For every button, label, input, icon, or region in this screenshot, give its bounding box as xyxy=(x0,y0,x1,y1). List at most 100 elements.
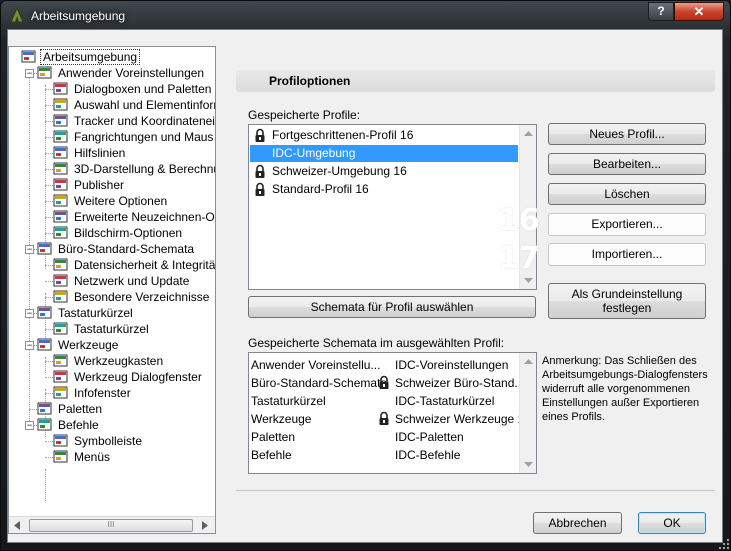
tree-scroll-thumb[interactable]: III xyxy=(29,519,193,532)
scroll-up-arrow-icon[interactable] xyxy=(524,130,533,136)
tree-collapse-toggle[interactable]: − xyxy=(25,341,34,350)
tree-item[interactable]: Tastaturkürzel xyxy=(37,305,135,321)
saved-profiles-label: Gespeicherte Profile: xyxy=(248,108,361,122)
help-button[interactable]: ? xyxy=(648,2,674,21)
scheme-lock xyxy=(377,411,391,426)
lock-icon xyxy=(255,182,265,196)
tree-item[interactable]: Bildschirm-Optionen xyxy=(53,225,184,241)
scroll-up-arrow-icon[interactable] xyxy=(524,358,533,364)
new-profile-button[interactable]: Neues Profil... xyxy=(548,123,706,145)
set-default-button[interactable]: Als Grundeinstellung festlegen xyxy=(548,283,706,319)
schemes-vertical-scrollbar[interactable] xyxy=(519,353,536,473)
scroll-down-arrow-icon[interactable] xyxy=(524,462,533,468)
scheme-name[interactable]: IDC-Tastaturkürzel xyxy=(395,392,494,410)
tree-item[interactable]: Erweiterte Neuzeichnen-Opt xyxy=(53,209,216,225)
tree-item[interactable]: Werkzeugkasten xyxy=(53,353,165,369)
cancel-button[interactable]: Abbrechen xyxy=(533,512,622,534)
tree-collapse-toggle[interactable]: − xyxy=(25,69,34,78)
tree-collapse-toggle[interactable]: − xyxy=(25,421,34,430)
tree-collapse-toggle[interactable]: − xyxy=(25,245,34,254)
scheme-name[interactable]: Schweizer Büro-Stand... xyxy=(395,374,524,392)
scheme-category[interactable]: Werkzeuge xyxy=(251,410,311,428)
scroll-left-arrow-icon[interactable] xyxy=(13,521,21,530)
tree-item[interactable]: 3D-Darstellung & Berechnun xyxy=(53,161,216,177)
guidelines-icon xyxy=(53,146,68,159)
info-box-icon xyxy=(53,386,68,399)
scroll-right-arrow-icon[interactable] xyxy=(201,521,209,530)
scheme-category[interactable]: Paletten xyxy=(251,428,295,446)
profile-item[interactable]: IDC-Umgebung xyxy=(250,145,518,162)
close-button[interactable]: ✕ xyxy=(674,2,724,21)
tree-item-label: Erweiterte Neuzeichnen-Opt xyxy=(74,210,216,224)
palettes-icon xyxy=(37,402,52,415)
selection-icon xyxy=(53,98,68,111)
tree-item-label: Publisher xyxy=(74,178,125,192)
scheme-category[interactable]: Befehle xyxy=(251,446,292,464)
resize-grip-icon[interactable] xyxy=(719,539,729,549)
tree-item-label: Paletten xyxy=(58,402,103,416)
tree-item[interactable]: Werkzeug Dialogfenster xyxy=(53,369,204,385)
scheme-name[interactable]: IDC-Voreinstellungen xyxy=(395,356,508,374)
scheme-name[interactable]: Schweizer Werkzeuge 16 xyxy=(395,410,531,428)
tree-item[interactable]: Werkzeuge xyxy=(37,337,120,353)
screen-icon xyxy=(53,226,68,239)
tree-item[interactable]: Datensicherheit & Integrität xyxy=(53,257,216,273)
lock-icon xyxy=(379,375,389,389)
scroll-down-arrow-icon[interactable] xyxy=(524,278,533,284)
tree-item[interactable]: Arbeitsumgebung xyxy=(21,49,141,65)
profile-item[interactable]: Fortgeschrittenen-Profil 16 xyxy=(250,127,518,144)
scheme-name[interactable]: IDC-Befehle xyxy=(395,446,460,464)
tree-item[interactable]: Netzwerk und Update xyxy=(53,273,191,289)
tree-item[interactable]: Paletten xyxy=(37,401,104,417)
select-schemes-button[interactable]: Schemata für Profil auswählen xyxy=(248,296,536,318)
delete-button[interactable]: Löschen xyxy=(548,183,706,205)
archicad-app-icon xyxy=(10,7,24,23)
tree-item[interactable]: Dialogboxen und Paletten xyxy=(53,81,213,97)
import-annotation-number: 17 xyxy=(498,241,540,276)
tree-item[interactable]: Anwender Voreinstellungen xyxy=(37,65,206,81)
tree-item[interactable]: Besondere Verzeichnisse xyxy=(53,289,211,305)
tree-item[interactable]: Symbolleiste xyxy=(53,433,144,449)
tree-item[interactable]: Hilfslinien xyxy=(53,145,127,161)
profile-item-label: IDC-Umgebung xyxy=(272,146,356,160)
tree-item-label: Datensicherheit & Integrität xyxy=(74,258,216,272)
tree-item[interactable]: Befehle xyxy=(37,417,101,433)
edit-button[interactable]: Bearbeiten... xyxy=(548,153,706,175)
tree-item[interactable]: Menüs xyxy=(53,449,112,465)
3d-display-icon xyxy=(53,162,68,175)
ok-button[interactable]: OK xyxy=(638,512,706,534)
tree-horizontal-scrollbar[interactable]: III xyxy=(9,516,215,533)
workspace-icon xyxy=(21,50,36,63)
scheme-category[interactable]: Tastaturkürzel xyxy=(251,392,326,410)
tree-item-label: Werkzeugkasten xyxy=(74,354,164,368)
tree-item-label: Netzwerk und Update xyxy=(74,274,190,288)
scheme-name[interactable]: IDC-Paletten xyxy=(395,428,464,446)
shortcut-icon xyxy=(53,322,68,335)
tree-item[interactable]: Weitere Optionen xyxy=(53,193,169,209)
publisher-icon xyxy=(53,178,68,191)
tree-item-label: Tastaturkürzel xyxy=(58,306,133,320)
tree-item[interactable]: Tastaturkürzel xyxy=(53,321,151,337)
footer-separator xyxy=(236,490,715,491)
tool-dialog-icon xyxy=(53,370,68,383)
scheme-category[interactable]: Anwender Voreinstellu... xyxy=(251,356,380,374)
saved-profiles-list[interactable]: Fortgeschrittenen-Profil 16 IDC-Umgebung S… xyxy=(248,124,537,290)
tree-item[interactable]: Büro-Standard-Schemata xyxy=(37,241,196,257)
title-bar[interactable]: Arbeitsumgebung ? ✕ xyxy=(1,1,731,31)
tree-item-label: 3D-Darstellung & Berechnun xyxy=(74,162,216,176)
scheme-category[interactable]: Büro-Standard-Schemata xyxy=(251,374,387,392)
saved-schemes-list[interactable]: Anwender Voreinstellu... IDC-Voreinstellu… xyxy=(248,352,537,474)
profile-item[interactable]: Schweizer-Umgebung 16 xyxy=(250,163,518,180)
tree-item[interactable]: Tracker und Koordinateneing xyxy=(53,113,215,129)
tree-item[interactable]: Infofenster xyxy=(53,385,133,401)
export-button[interactable]: Exportieren... xyxy=(548,213,706,236)
tree-collapse-toggle[interactable]: − xyxy=(25,309,34,318)
profile-item[interactable]: Standard-Profil 16 xyxy=(250,181,518,198)
tree-item[interactable]: Auswahl und Elementinforma xyxy=(53,97,215,113)
import-button[interactable]: Importieren... xyxy=(548,243,706,266)
tree-item[interactable]: Fangrichtungen und Maus xyxy=(53,129,215,145)
tree-item[interactable]: Publisher xyxy=(53,177,126,193)
settings-tree[interactable]: Arbeitsumgebung − Anwender Voreinstellunge… xyxy=(8,46,216,534)
tree-item-label: Symbolleiste xyxy=(74,434,143,448)
scheme-lock xyxy=(377,375,391,390)
